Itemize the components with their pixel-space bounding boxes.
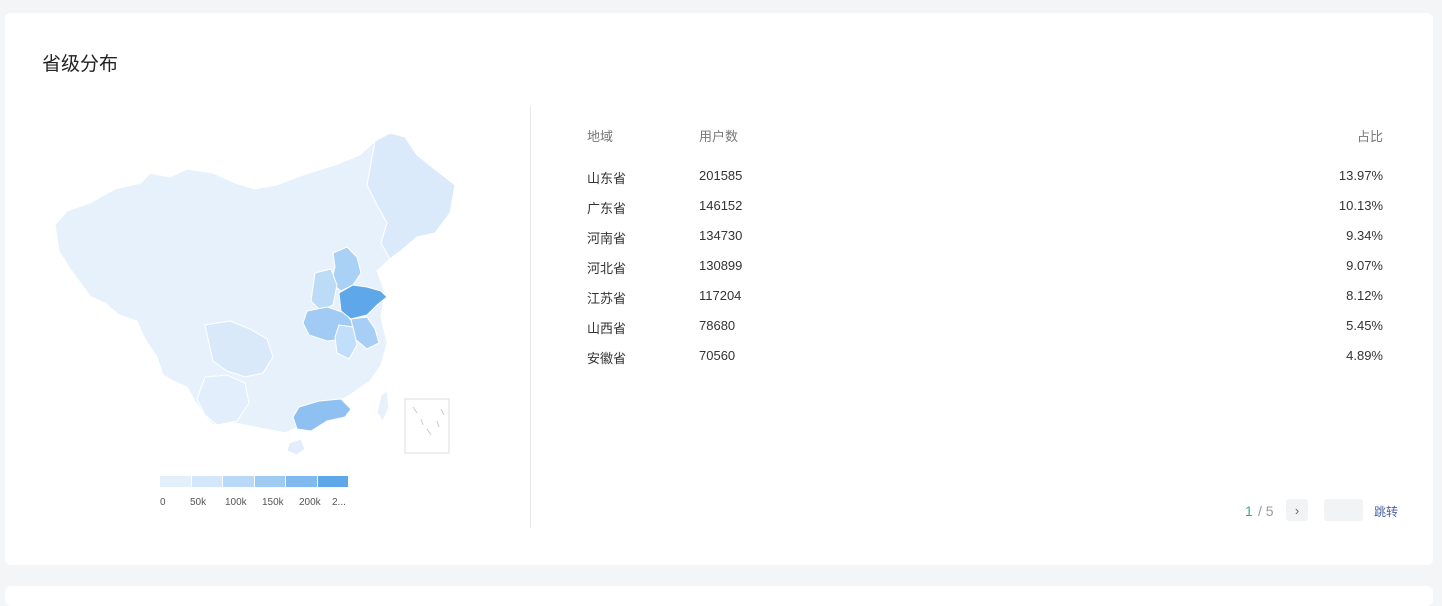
legend-label: 2... — [332, 497, 346, 508]
legend-label: 100k — [225, 497, 247, 508]
pagination-current-page: 1 — [1245, 503, 1253, 519]
cell-region: 广东省 — [587, 201, 627, 216]
province-distribution-card: 省级分布 0 50k 100k 150k 200k 2... 地域 用户数 占比… — [5, 13, 1433, 565]
cell-region: 江苏省 — [587, 291, 627, 306]
map-region-taiwan — [376, 390, 390, 422]
cell-region: 山东省 — [587, 171, 627, 186]
legend-swatch — [191, 476, 223, 487]
divider — [530, 106, 531, 528]
pagination: 1 / 5 › 跳转 — [1241, 499, 1411, 523]
cell-ratio: 8.12% — [1346, 288, 1383, 303]
legend-swatch — [254, 476, 286, 487]
legend-label: 200k — [299, 497, 321, 508]
cell-region: 河南省 — [587, 231, 627, 246]
legend-swatch — [223, 476, 255, 487]
cell-users: 134730 — [699, 228, 743, 243]
legend-swatch — [160, 476, 192, 487]
legend-swatch — [286, 476, 318, 487]
jump-button[interactable]: 跳转 — [1374, 503, 1398, 520]
map-region-shanxi — [310, 268, 338, 312]
map-region-hainan — [286, 438, 306, 455]
cell-users: 70560 — [699, 348, 736, 363]
legend-label: 0 — [160, 497, 166, 508]
cell-ratio: 4.89% — [1346, 348, 1383, 363]
next-page-button[interactable]: › — [1286, 499, 1308, 521]
jump-page-input[interactable] — [1324, 499, 1363, 521]
cell-ratio: 10.13% — [1338, 198, 1383, 213]
cell-region: 山西省 — [587, 321, 627, 336]
cell-users: 117204 — [699, 288, 742, 303]
china-map — [54, 132, 456, 455]
legend-label: 150k — [262, 497, 284, 508]
cell-ratio: 5.45% — [1346, 318, 1383, 333]
col-header-region: 地域 — [587, 129, 614, 144]
cell-ratio: 9.07% — [1346, 258, 1383, 273]
cell-users: 201585 — [699, 168, 743, 183]
map-legend-labels: 0 50k 100k 150k 200k 2... — [160, 497, 360, 509]
cell-users: 78680 — [699, 318, 736, 333]
cell-users: 146152 — [699, 198, 743, 213]
col-header-users: 用户数 — [699, 129, 739, 144]
cell-ratio: 13.97% — [1338, 168, 1383, 183]
chevron-right-icon: › — [1294, 502, 1300, 518]
col-header-ratio: 占比 — [1356, 129, 1383, 144]
page-title: 省级分布 — [42, 54, 119, 75]
map-legend-bar — [160, 476, 348, 487]
cell-ratio: 9.34% — [1346, 228, 1383, 243]
cell-region: 安徽省 — [587, 351, 627, 366]
cell-users: 130899 — [699, 258, 743, 273]
legend-swatch — [317, 476, 348, 487]
pagination-total: / 5 — [1258, 503, 1274, 519]
cell-region: 河北省 — [587, 261, 627, 276]
legend-label: 50k — [190, 497, 207, 508]
next-card — [5, 586, 1433, 606]
south-china-sea-inset — [404, 398, 450, 454]
